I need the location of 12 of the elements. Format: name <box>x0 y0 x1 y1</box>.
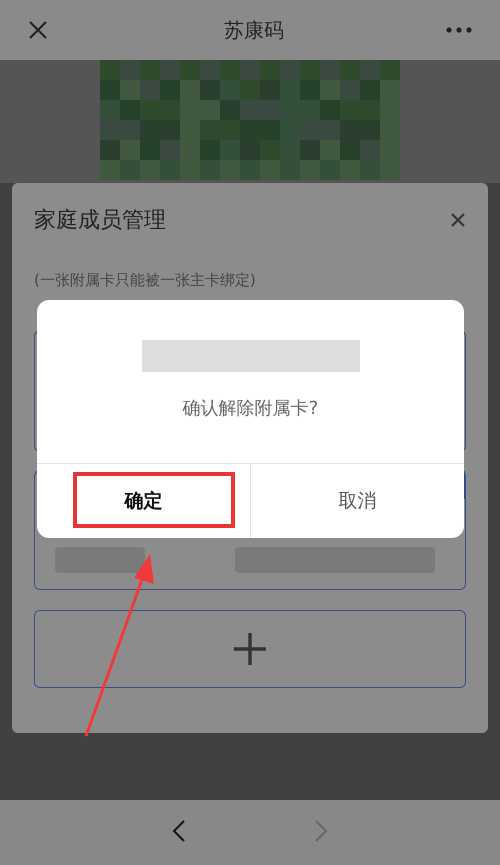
sheet-note: (一张附属卡只能被一张主卡绑定) <box>34 271 257 290</box>
plus-icon <box>233 632 267 666</box>
page-title: 苏康码 <box>224 16 284 44</box>
cancel-button[interactable]: 取消 <box>251 464 464 538</box>
more-icon[interactable] <box>446 27 472 33</box>
confirm-button[interactable]: 确定 <box>37 464 251 538</box>
close-icon[interactable] <box>450 212 466 228</box>
dialog-message: 确认解除附属卡? <box>182 397 318 420</box>
chevron-right-icon <box>314 819 328 843</box>
sheet-title: 家庭成员管理 <box>34 207 166 235</box>
close-icon[interactable] <box>28 20 48 40</box>
chevron-left-icon <box>172 819 186 843</box>
